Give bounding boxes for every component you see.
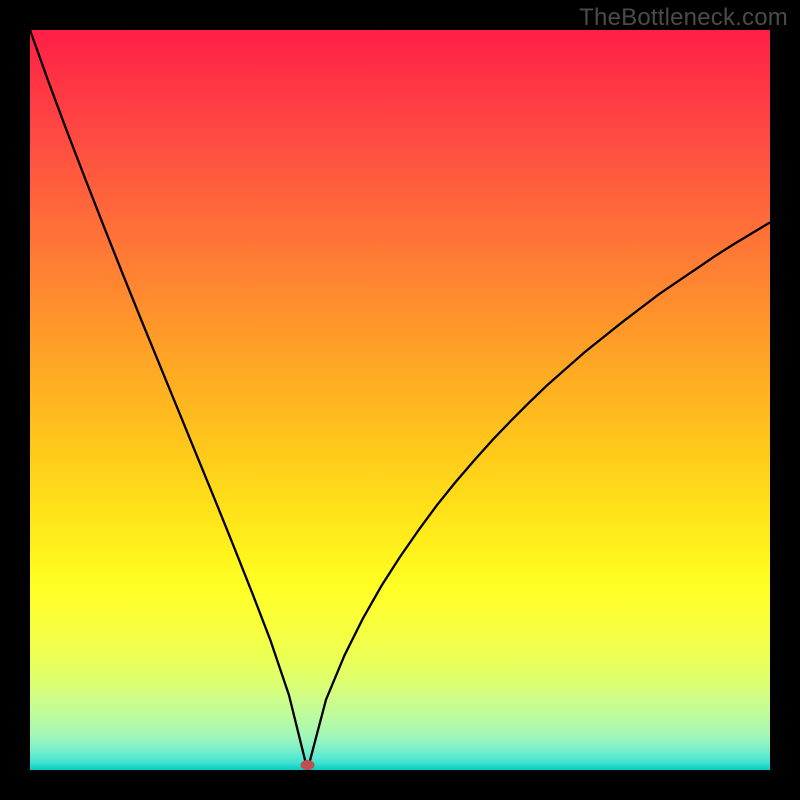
plot-area	[30, 30, 770, 770]
bottleneck-chart	[30, 30, 770, 770]
watermark-text: TheBottleneck.com	[579, 4, 788, 32]
chart-frame: TheBottleneck.com	[0, 0, 800, 800]
gradient-rect	[30, 30, 770, 770]
optimal-marker	[301, 760, 315, 770]
